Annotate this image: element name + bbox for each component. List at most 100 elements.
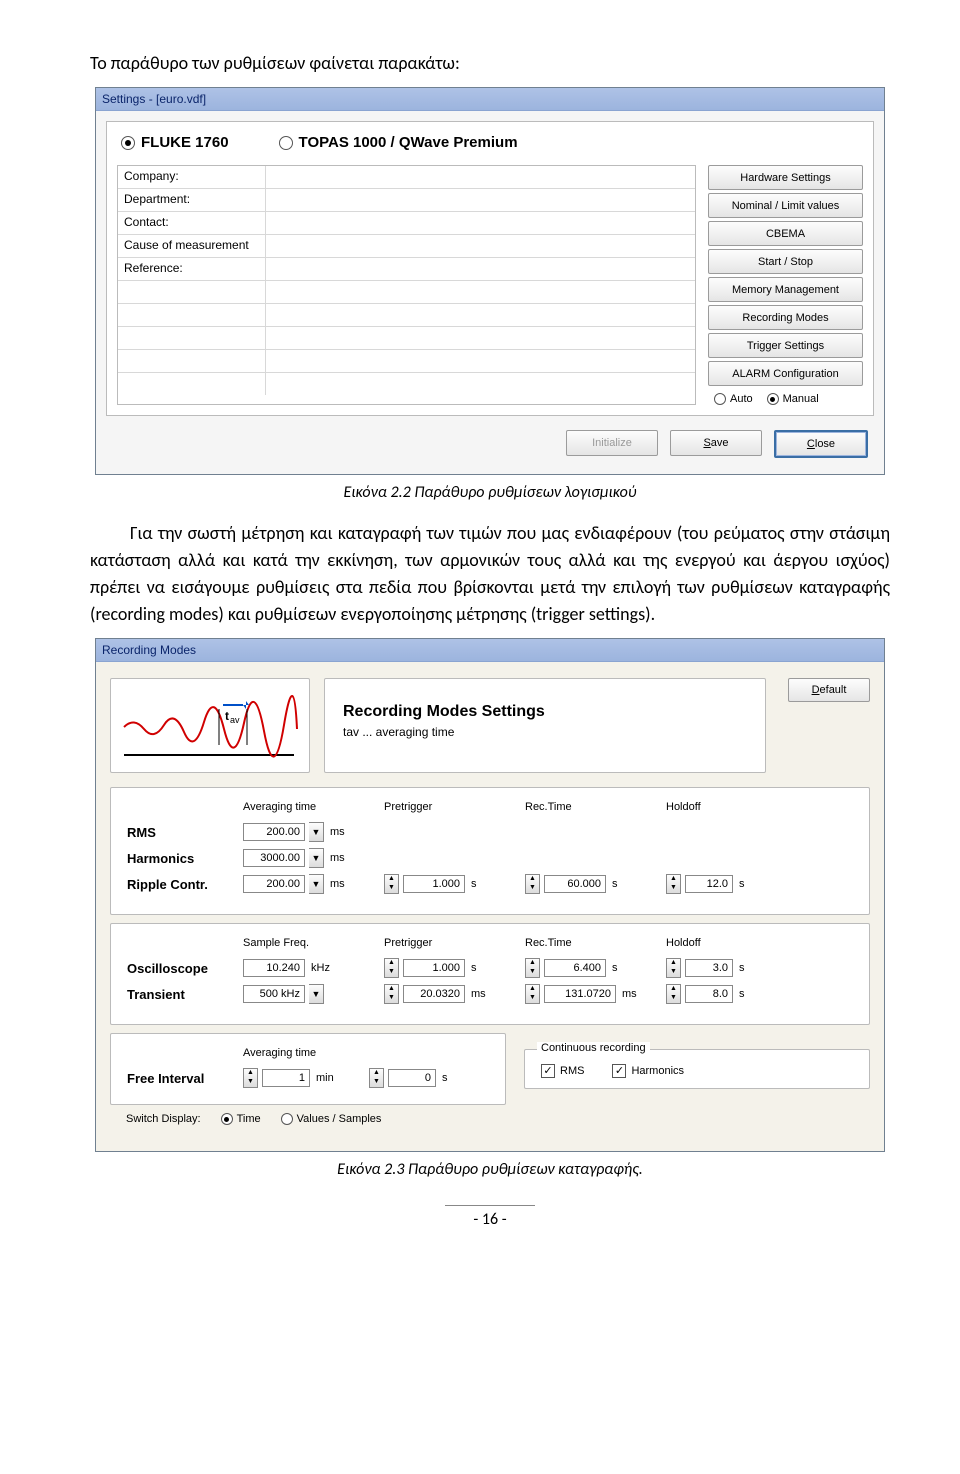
free-min-input[interactable]: 1 (262, 1069, 310, 1087)
col-holdoff: Holdoff (666, 937, 801, 949)
panel-subtitle: tav ... averaging time (343, 725, 747, 739)
col-pretrigger: Pretrigger (384, 937, 519, 949)
dropdown-icon[interactable]: ▼ (309, 822, 324, 842)
section-oscilloscope: Sample Freq. Pretrigger Rec.Time Holdoff… (110, 923, 870, 1025)
reference-field[interactable] (266, 258, 695, 280)
recording-titlebar: Recording Modes (96, 639, 884, 662)
spinner-icon[interactable]: ▲▼ (525, 984, 540, 1004)
osc-pre-input[interactable]: 1.000 (403, 959, 465, 977)
radio-dot-icon (714, 393, 726, 405)
dropdown-icon[interactable]: ▼ (309, 984, 324, 1004)
alarm-config-button[interactable]: ALARM Configuration (708, 361, 863, 386)
figure-caption-2: Εικόνα 2.3 Παράθυρο ρυθμίσεων καταγραφής… (90, 1160, 890, 1179)
harm-avg-input[interactable]: 3000.00 (243, 849, 305, 867)
settings-titlebar: Settings - [euro.vdf] (96, 88, 884, 111)
section-rms-harmonics: Averaging time Pretrigger Rec.Time Holdo… (110, 787, 870, 915)
cbema-button[interactable]: CBEMA (708, 221, 863, 246)
osc-hold-input[interactable]: 3.0 (685, 959, 733, 977)
dropdown-icon[interactable]: ▼ (309, 874, 324, 894)
ripple-hold-input[interactable]: 12.0 (685, 875, 733, 893)
window-title: Recording Modes (102, 639, 196, 661)
window-title: Settings - [euro.vdf] (102, 88, 206, 110)
trans-pre-input[interactable]: 20.0320 (403, 985, 465, 1003)
radio-topas[interactable]: TOPAS 1000 / QWave Premium (279, 134, 518, 151)
spinner-icon[interactable]: ▲▼ (384, 958, 399, 978)
spinner-icon[interactable]: ▲▼ (384, 874, 399, 894)
free-sec-input[interactable]: 0 (388, 1069, 436, 1087)
settings-window: Settings - [euro.vdf] FLUKE 1760 TOPAS 1… (95, 87, 885, 475)
col-rectime: Rec.Time (525, 937, 660, 949)
col-holdoff: Holdoff (666, 801, 801, 813)
osc-sf-input[interactable]: 10.240 (243, 959, 305, 977)
col-rectime: Rec.Time (525, 801, 660, 813)
row-oscilloscope: Oscilloscope (127, 961, 237, 976)
osc-rec-input[interactable]: 6.400 (544, 959, 606, 977)
nominal-limit-button[interactable]: Nominal / Limit values (708, 193, 863, 218)
page-number: - 16 - (445, 1205, 535, 1229)
mid-paragraph: Για την σωστή μέτρηση και καταγραφή των … (90, 520, 890, 628)
department-field[interactable] (266, 189, 695, 211)
save-button[interactable]: Save (670, 430, 762, 456)
section-continuous: Continuous recording ✓RMS ✓Harmonics (524, 1049, 870, 1089)
settings-grid: Company: Department: Contact: Cause of m… (117, 165, 696, 405)
ripple-rec-input[interactable]: 60.000 (544, 875, 606, 893)
spinner-icon[interactable]: ▲▼ (666, 984, 681, 1004)
radio-fluke[interactable]: FLUKE 1760 (121, 134, 229, 151)
spinner-icon[interactable]: ▲▼ (243, 1068, 258, 1088)
section-free-interval: Averaging time Free Interval ▲▼1min ▲▼0s (110, 1033, 506, 1105)
company-field[interactable] (266, 166, 695, 188)
grid-label: Reference: (118, 258, 266, 280)
col-pretrigger: Pretrigger (384, 801, 519, 813)
spinner-icon[interactable]: ▲▼ (666, 958, 681, 978)
close-button[interactable]: Close (774, 430, 868, 458)
radio-values-samples[interactable]: Values / Samples (281, 1113, 382, 1125)
figure-caption-1: Εικόνα 2.2 Παράθυρο ρυθμίσεων λογισμικού (90, 483, 890, 502)
row-free-interval: Free Interval (127, 1071, 237, 1086)
intro-text: Το παράθυρο των ρυθμίσεων φαίνεται παρακ… (90, 50, 890, 77)
contact-field[interactable] (266, 212, 695, 234)
grid-label: Cause of measurement (118, 235, 266, 257)
memory-mgmt-button[interactable]: Memory Management (708, 277, 863, 302)
radio-dot-icon (767, 393, 779, 405)
panel-title: Recording Modes Settings (343, 703, 747, 721)
radio-time[interactable]: Time (221, 1113, 261, 1125)
recording-modes-button[interactable]: Recording Modes (708, 305, 863, 330)
col-averaging: Averaging time (243, 801, 378, 813)
signal-preview: t av (110, 678, 310, 773)
row-transient: Transient (127, 987, 237, 1002)
radio-dot-icon (221, 1113, 233, 1125)
rms-avg-input[interactable]: 200.00 (243, 823, 305, 841)
radio-manual[interactable]: Manual (767, 393, 819, 405)
hardware-settings-button[interactable]: Hardware Settings (708, 165, 863, 190)
radio-topas-label: TOPAS 1000 / QWave Premium (299, 134, 518, 151)
spinner-icon[interactable]: ▲▼ (525, 874, 540, 894)
svg-text:t: t (225, 709, 229, 723)
trans-sf-input[interactable]: 500 kHz (243, 985, 305, 1003)
continuous-legend: Continuous recording (537, 1042, 650, 1054)
trigger-settings-button[interactable]: Trigger Settings (708, 333, 863, 358)
spinner-icon[interactable]: ▲▼ (525, 958, 540, 978)
spinner-icon[interactable]: ▲▼ (369, 1068, 384, 1088)
initialize-button[interactable]: Initialize (566, 430, 658, 456)
checkbox-harmonics[interactable]: ✓Harmonics (612, 1064, 684, 1078)
radio-dot-icon (121, 136, 135, 150)
default-button[interactable]: Default (788, 678, 870, 702)
ripple-avg-input[interactable]: 200.00 (243, 875, 305, 893)
ripple-pre-input[interactable]: 1.000 (403, 875, 465, 893)
spinner-icon[interactable]: ▲▼ (384, 984, 399, 1004)
svg-text:av: av (230, 715, 240, 725)
start-stop-button[interactable]: Start / Stop (708, 249, 863, 274)
trans-rec-input[interactable]: 131.0720 (544, 985, 616, 1003)
check-icon: ✓ (612, 1064, 626, 1078)
checkbox-rms[interactable]: ✓RMS (541, 1064, 584, 1078)
row-rms: RMS (127, 825, 237, 840)
dropdown-icon[interactable]: ▼ (309, 848, 324, 868)
radio-dot-icon (281, 1113, 293, 1125)
cause-field[interactable] (266, 235, 695, 257)
radio-auto[interactable]: Auto (714, 393, 753, 405)
switch-display-label: Switch Display: (126, 1113, 201, 1125)
trans-hold-input[interactable]: 8.0 (685, 985, 733, 1003)
spinner-icon[interactable]: ▲▼ (666, 874, 681, 894)
radio-dot-icon (279, 136, 293, 150)
radio-fluke-label: FLUKE 1760 (141, 134, 229, 151)
